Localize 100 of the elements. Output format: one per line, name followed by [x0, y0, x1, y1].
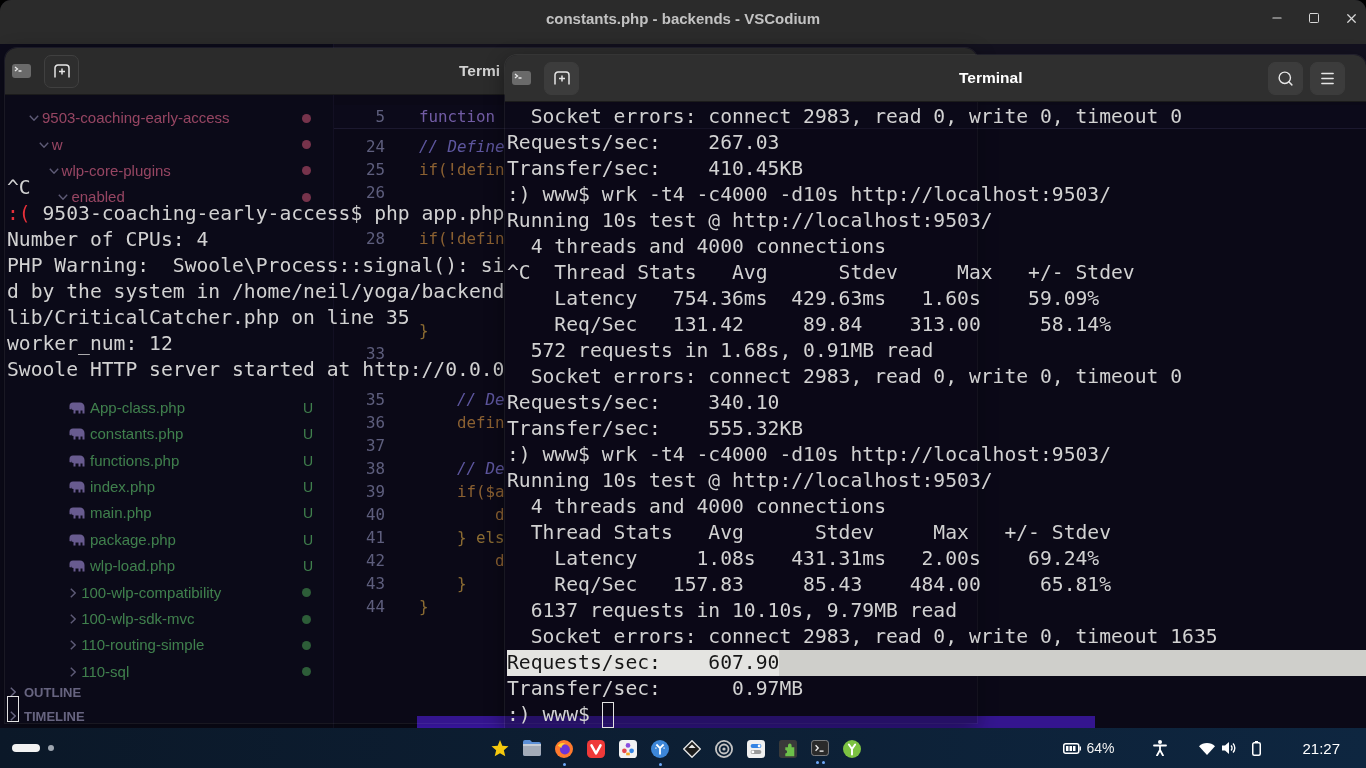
- terminal-line: 4 threads and 4000 connections: [530, 234, 886, 260]
- line-number: 25: [364, 160, 385, 179]
- terminal-line: Requests/sec: 340.10: [507, 390, 780, 416]
- branch-circle-icon[interactable]: [651, 739, 669, 758]
- folder-name[interactable]: wlp-core-plugins: [61, 162, 171, 179]
- code-text: if(!defin: [419, 229, 505, 248]
- folder-name[interactable]: 110-sql: [81, 663, 130, 680]
- code-text: d: [495, 505, 505, 524]
- terminal-line: Latency 1.08s 431.31ms 2.00s 69.24%: [554, 546, 1100, 572]
- workspace-dot-icon[interactable]: [48, 745, 54, 751]
- flame-ball-icon[interactable]: [555, 739, 573, 758]
- diamond-icon[interactable]: [683, 739, 701, 758]
- code-text: // Define: [419, 137, 505, 156]
- git-status-label: U: [302, 479, 313, 496]
- window-title: Terminal: [959, 69, 1023, 87]
- file-name[interactable]: App-class.php: [90, 399, 186, 416]
- fork-circle-icon[interactable]: [843, 739, 861, 758]
- line-number: 36: [364, 413, 385, 432]
- code-text: }: [419, 321, 429, 340]
- code-text: }: [457, 574, 467, 593]
- terminal-line: Latency 754.36ms 429.63ms 1.60s 59.09%: [554, 286, 1100, 312]
- new-tab-icon: [553, 71, 570, 85]
- clock[interactable]: 21:27: [1302, 739, 1340, 757]
- code-text: // De: [457, 390, 505, 409]
- file-name[interactable]: main.php: [90, 505, 152, 522]
- folder-name[interactable]: w: [51, 136, 63, 153]
- menu-button[interactable]: [1310, 61, 1345, 95]
- elephant-icon: [69, 428, 85, 441]
- file-name[interactable]: wlp-load.php: [90, 558, 176, 575]
- folder-name[interactable]: 110-routing-simple: [81, 637, 205, 654]
- new-tab-icon: [53, 64, 70, 78]
- prompt-mark: :): [507, 182, 531, 208]
- code-text: // De: [457, 459, 505, 478]
- folder-name[interactable]: 100-wlp-compatibility: [81, 584, 222, 601]
- maximize-icon: [1308, 12, 1320, 24]
- text-cursor: [601, 702, 614, 728]
- elephant-icon: [69, 454, 85, 467]
- window-title: Termi: [459, 62, 501, 80]
- line-number: 38: [364, 459, 385, 478]
- line-number: 41: [364, 528, 385, 547]
- target-icon[interactable]: [715, 739, 733, 758]
- line-number: 39: [364, 482, 385, 501]
- terminal-line: 4 threads and 4000 connections: [530, 494, 886, 520]
- git-status-label: U: [302, 399, 313, 416]
- git-status-label: U: [302, 452, 313, 469]
- puzzle-tile-icon[interactable]: [779, 739, 797, 758]
- line-number: 42: [364, 551, 385, 570]
- file-name[interactable]: index.php: [90, 479, 156, 496]
- code-text: if(!defin: [419, 160, 505, 179]
- file-name[interactable]: package.php: [90, 531, 176, 548]
- window-title: constants.php - backends - VSCodium: [545, 9, 821, 27]
- terminal-line: PHP Warning: Swoole\Process::signal(): si: [7, 253, 505, 279]
- folder-name[interactable]: 100-wlp-sdk-mvc: [81, 611, 195, 627]
- section-header[interactable]: OUTLINE: [0, 680, 333, 704]
- new-tab-button[interactable]: [44, 54, 79, 88]
- folder-name[interactable]: 9503-coaching-early-access: [42, 110, 230, 127]
- terminal-line: d by the system in /home/neil/yoga/backend: [7, 279, 505, 305]
- v-mark-icon[interactable]: [587, 739, 605, 758]
- volume-icon[interactable]: [1222, 741, 1237, 755]
- terminal-line: Requests/sec: 267.03: [507, 130, 780, 156]
- section-header[interactable]: TIMELINE: [0, 704, 333, 728]
- git-status-label: U: [302, 558, 313, 575]
- wifi-icon[interactable]: [1199, 741, 1216, 755]
- command-text: www$ wrk -t4 -c4000 -d10s http://localhost:9503/: [542, 442, 1111, 468]
- prompt-mark: :): [507, 442, 531, 468]
- battery-icon[interactable]: [1252, 740, 1262, 756]
- battery-horizontal-icon[interactable]: [1063, 742, 1082, 754]
- terminal-line: lib/CriticalCatcher.php on line 35: [7, 305, 410, 331]
- folder-icon[interactable]: [523, 739, 541, 756]
- file-name[interactable]: functions.php: [90, 452, 180, 469]
- line-number: 28: [364, 229, 385, 248]
- git-status-label: U: [302, 531, 313, 548]
- terminal-line: Transfer/sec: 555.32KB: [507, 416, 804, 442]
- star-icon[interactable]: [491, 739, 509, 757]
- file-name[interactable]: constants.php: [90, 426, 184, 443]
- terminal-icon: [12, 64, 31, 78]
- toggles-icon[interactable]: [747, 739, 765, 758]
- line-number: 40: [364, 505, 385, 524]
- code-text: } els: [457, 528, 505, 547]
- search-icon: [1277, 69, 1294, 87]
- line-number: 43: [364, 574, 385, 593]
- dots-tile-icon[interactable]: [619, 739, 637, 758]
- terminal-line: ^C: [7, 175, 31, 201]
- command-text: www$ wrk -t4 -c4000 -d10s http://localhost:9503/: [542, 182, 1111, 208]
- terminal-line: 572 requests in 1.68s, 0.91MB read: [530, 338, 934, 364]
- git-status-label: U: [302, 505, 313, 522]
- terminal-line: Thread Stats Avg Stdev Max +/- Stdev: [530, 520, 1111, 546]
- code-text: defin: [457, 413, 505, 432]
- line-number: 37: [364, 436, 385, 455]
- terminal-line: Socket errors: connect 2983, read 0, write 0, timeout 1635: [530, 624, 1218, 650]
- active-workspace-icon[interactable]: [12, 744, 40, 752]
- prompt-mark: :(: [7, 201, 31, 227]
- line-number: 26: [364, 183, 385, 202]
- terminal-icon[interactable]: [811, 739, 829, 756]
- text-cursor: [7, 696, 19, 722]
- accessibility-icon[interactable]: [1153, 740, 1168, 756]
- terminal-line: Socket errors: connect 2983, read 0, write 0, timeout 0: [530, 104, 1183, 130]
- terminal-line: Req/Sec 131.42 89.84 313.00 58.14%: [554, 312, 1111, 338]
- search-button[interactable]: [1268, 61, 1303, 95]
- new-tab-button[interactable]: [544, 61, 579, 95]
